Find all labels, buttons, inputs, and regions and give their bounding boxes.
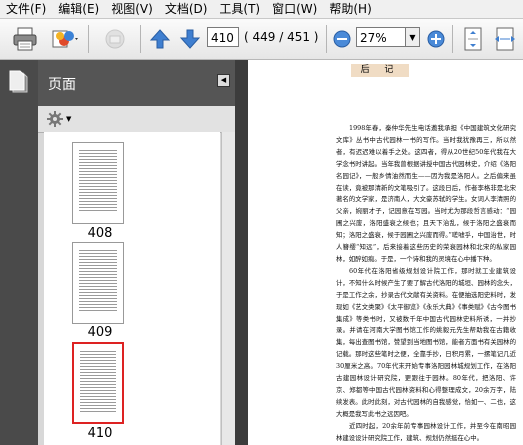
pages-panel: 页面 ◀ ▼ 408 409 410 <box>38 60 236 445</box>
thumbnail-list: 408 409 410 <box>44 132 220 445</box>
menu-document[interactable]: 文档(D) <box>159 0 214 18</box>
page-number-input[interactable]: 410 <box>207 27 239 47</box>
options-button[interactable]: ▼ <box>46 110 71 128</box>
paragraph: 1998年春，秦仲华先生电话邀我承担《中国建筑文化研究文库》丛书中古代园林一书的… <box>336 124 516 263</box>
thumbnail-label: 410 <box>87 426 113 441</box>
menu-view[interactable]: 视图(V) <box>105 0 159 18</box>
panel-options-bar: ▼ <box>38 106 235 133</box>
menu-file[interactable]: 文件(F) <box>0 0 52 18</box>
menu-edit[interactable]: 编辑(E) <box>52 0 105 18</box>
fit-page-icon <box>464 27 482 51</box>
chevron-left-icon: ◀ <box>220 76 227 84</box>
printer-icon <box>13 27 37 51</box>
zoom-in-icon <box>427 30 445 48</box>
zoom-out-icon <box>333 30 351 48</box>
arrow-down-icon <box>179 29 201 49</box>
attach-icon <box>105 29 125 49</box>
dropdown-arrow-icon: ▼ <box>66 115 72 123</box>
panel-title: 页面 <box>48 77 76 93</box>
paragraph: 60年代在洛阳省级规划设计院工作，那时就工业建筑设计，不知什么时候产生了要了解古… <box>336 266 516 418</box>
zoom-dropdown-button[interactable]: ▼ <box>406 27 420 47</box>
page-thumbnail[interactable] <box>72 142 124 224</box>
pages-icon <box>9 70 28 93</box>
page-thumbnail[interactable] <box>72 242 124 324</box>
panel-header: 页面 ◀ <box>38 60 235 106</box>
gear-icon <box>47 111 63 127</box>
menu-window[interactable]: 窗口(W) <box>266 0 323 18</box>
thumbnail-label: 408 <box>87 226 113 241</box>
zoom-input[interactable]: 27% <box>356 27 406 47</box>
pages-nav-button[interactable] <box>8 70 28 97</box>
paragraph: 近四时起，20余年前专事园林设计工作，并至今在南昭园林建设设计研究院工作，建筑、… <box>336 421 516 442</box>
share-button[interactable] <box>48 19 82 59</box>
print-button[interactable] <box>10 19 40 59</box>
page-header: 后 记 <box>351 64 409 77</box>
document-view[interactable]: 后 记 1998年春，秦仲华先生电话邀我承担《中国建筑文化研究文库》丛书中古代园… <box>248 60 523 445</box>
page-body-text: 1998年春，秦仲华先生电话邀我承担《中国建筑文化研究文库》丛书中古代园林一书的… <box>336 123 516 444</box>
thumbnail-label: 409 <box>87 325 113 340</box>
arrow-up-icon <box>149 29 171 49</box>
previous-page-button[interactable] <box>147 19 173 59</box>
page-count-label: ( 449 / 451 ) <box>244 30 319 44</box>
collaborate-icon <box>52 30 78 48</box>
page-thumbnail-selected[interactable] <box>72 342 124 424</box>
zoom-in-button[interactable] <box>426 19 446 59</box>
thumbnail-scrollbar[interactable] <box>221 132 236 445</box>
fit-page-button[interactable] <box>460 19 486 59</box>
next-page-button[interactable] <box>177 19 203 59</box>
panel-collapse-button[interactable]: ◀ <box>217 74 230 87</box>
menu-tools[interactable]: 工具(T) <box>213 0 266 18</box>
attach-button[interactable] <box>100 19 130 59</box>
panel-splitter[interactable] <box>235 60 248 445</box>
menu-help[interactable]: 帮助(H) <box>323 0 377 18</box>
chevron-down-icon: ▼ <box>409 33 416 42</box>
fit-width-icon <box>495 27 515 51</box>
fit-width-button[interactable] <box>492 19 518 59</box>
zoom-out-button[interactable] <box>332 19 352 59</box>
menu-bar: 文件(F) 编辑(E) 视图(V) 文档(D) 工具(T) 窗口(W) 帮助(H… <box>0 0 523 19</box>
navigation-strip <box>0 60 38 445</box>
